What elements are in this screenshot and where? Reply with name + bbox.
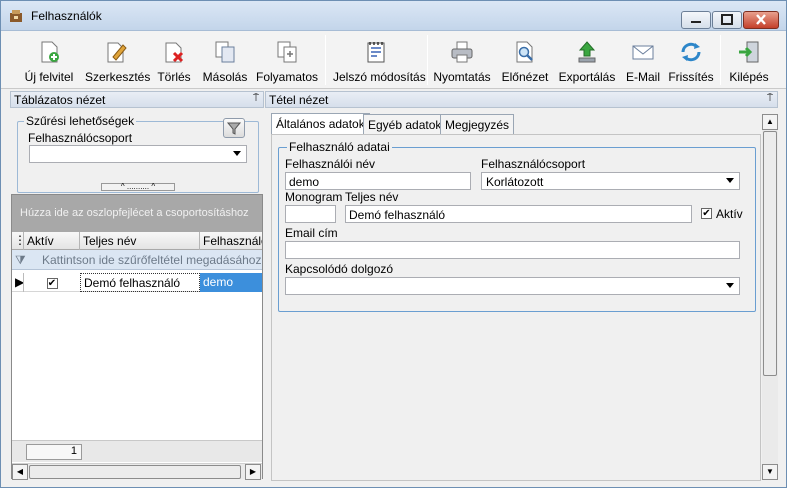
username-input[interactable]: demo <box>285 172 471 190</box>
copy-icon <box>215 41 235 63</box>
print-button[interactable]: Nyomtatás <box>433 35 491 87</box>
close-icon <box>756 14 766 25</box>
funnel-icon <box>226 122 242 135</box>
minimize-button[interactable] <box>681 11 711 29</box>
table-row[interactable]: ▶ ✔ Demó felhasználó demo <box>12 273 262 292</box>
column-header-username[interactable]: Felhasználói <box>200 232 262 250</box>
dropdown-arrow-icon <box>726 178 734 183</box>
email-label: Email cím <box>285 226 338 240</box>
export-button[interactable]: Exportálás <box>558 35 616 87</box>
tab-content: Felhasználó adatai Felhasználói név demo… <box>271 134 761 481</box>
change-password-button[interactable]: Jelszó módosítás <box>333 35 426 87</box>
continuous-button[interactable]: Folyamatos <box>256 35 318 87</box>
preview-magnifier-icon <box>516 41 533 63</box>
row-active-cell[interactable]: ✔ <box>24 273 80 292</box>
exit-button[interactable]: Kilépés <box>727 35 771 87</box>
filter-row-icon: ⧩ <box>15 253 26 267</box>
column-chooser-icon[interactable]: ⋮ <box>12 232 24 250</box>
delete-button[interactable]: Törlés <box>153 35 195 87</box>
row-active-checkbox[interactable]: ✔ <box>46 278 58 289</box>
dropdown-arrow-icon <box>233 151 241 156</box>
password-form-icon <box>367 42 385 63</box>
scroll-down-icon[interactable]: ▼ <box>762 464 778 480</box>
window-title: Felhasználók <box>31 9 102 23</box>
close-button[interactable] <box>743 11 779 29</box>
filter-button[interactable] <box>223 118 245 138</box>
grid-filter-row[interactable]: ⧩ Kattintson ide szűrőfeltétel megadásáh… <box>12 250 262 270</box>
pin-icon[interactable]: ⍑ <box>253 93 259 104</box>
users-grid: Húzza ide az oszlopfejlécet a csoportosí… <box>11 194 263 480</box>
dropdown-arrow-icon <box>726 283 734 288</box>
app-icon <box>10 10 22 22</box>
new-button[interactable]: Új felvitel <box>19 35 79 87</box>
toolbar-separator <box>325 35 326 85</box>
active-label: Aktív <box>716 207 743 221</box>
toolbar-separator <box>720 35 721 85</box>
scroll-left-icon[interactable]: ◀ <box>12 464 28 480</box>
usergroup-filter-combo[interactable] <box>29 145 247 163</box>
continuous-copy-icon <box>277 41 297 63</box>
row-username-cell[interactable]: demo <box>200 273 262 292</box>
minimize-icon <box>691 21 701 23</box>
exit-door-icon <box>739 41 759 63</box>
username-label: Felhasználói név <box>285 157 376 171</box>
row-fullname-cell[interactable]: Demó felhasználó <box>80 273 200 292</box>
grid-footer: 1 <box>12 440 262 462</box>
employee-label: Kapcsolódó dolgozó <box>285 262 394 276</box>
fullname-input[interactable]: Demó felhasználó <box>345 205 692 223</box>
row-indicator-icon: ▶ <box>12 273 24 292</box>
record-counter: 1 <box>26 444 82 460</box>
edit-pencil-icon <box>107 42 127 63</box>
vertical-scrollbar[interactable]: ▲ ▼ <box>762 114 778 480</box>
employee-combo[interactable] <box>285 277 740 295</box>
filter-label: Felhasználócsoport <box>28 131 133 145</box>
fullname-label: Teljes név <box>345 190 399 204</box>
envelope-icon <box>632 45 654 60</box>
scroll-thumb[interactable] <box>763 131 777 376</box>
scroll-thumb[interactable] <box>29 465 241 479</box>
maximize-icon <box>721 14 733 25</box>
panel-splitter[interactable]: ^ .......... ^ <box>101 183 175 191</box>
usergroup-label: Felhasználócsoport <box>481 157 586 171</box>
title-bar: Felhasználók <box>1 1 786 31</box>
maximize-button[interactable] <box>712 11 742 29</box>
monogram-input[interactable] <box>285 205 336 223</box>
email-button[interactable]: E-Mail <box>623 35 663 87</box>
tab-general[interactable]: Általános adatok <box>271 113 370 135</box>
pin-icon[interactable]: ⍑ <box>767 93 773 104</box>
column-header-fullname[interactable]: Teljes név <box>80 232 200 250</box>
item-view: Általános adatok Egyéb adatok Megjegyzés… <box>266 112 779 481</box>
table-view-header: Táblázatos nézet ⍑ <box>10 91 264 108</box>
active-checkbox[interactable]: ✔ <box>701 208 712 219</box>
horizontal-scrollbar[interactable]: ◀ ▶ <box>12 463 262 480</box>
toolbar: Új felvitel Szerkesztés Törlés Másolás F… <box>1 31 786 89</box>
toolbar-separator <box>427 35 428 85</box>
copy-button[interactable]: Másolás <box>201 35 249 87</box>
scroll-right-icon[interactable]: ▶ <box>245 464 261 480</box>
refresh-icon <box>681 42 701 62</box>
edit-button[interactable]: Szerkesztés <box>85 35 150 87</box>
tab-notes[interactable]: Megjegyzés <box>440 114 515 134</box>
refresh-button[interactable]: Frissítés <box>668 35 714 87</box>
item-view-header: Tétel nézet ⍑ <box>265 91 778 108</box>
main-window: Felhasználók Új felvitel Szerkesztés Tör… <box>0 0 787 488</box>
delete-icon <box>165 42 184 63</box>
monogram-label: Monogram <box>285 190 343 204</box>
grid-header: ⋮ Aktív Teljes név Felhasználói <box>12 232 262 250</box>
scroll-up-icon[interactable]: ▲ <box>762 114 778 130</box>
email-input[interactable] <box>285 241 740 259</box>
tab-other[interactable]: Egyéb adatok <box>363 114 447 134</box>
printer-icon <box>451 41 473 63</box>
group-by-area[interactable]: Húzza ide az oszlopfejlécet a csoportosí… <box>12 195 262 232</box>
export-arrow-icon <box>578 41 596 63</box>
preview-button[interactable]: Előnézet <box>498 35 552 87</box>
usergroup-combo[interactable]: Korlátozott <box>481 172 740 190</box>
column-header-active[interactable]: Aktív <box>24 232 80 250</box>
new-document-icon <box>41 41 59 63</box>
